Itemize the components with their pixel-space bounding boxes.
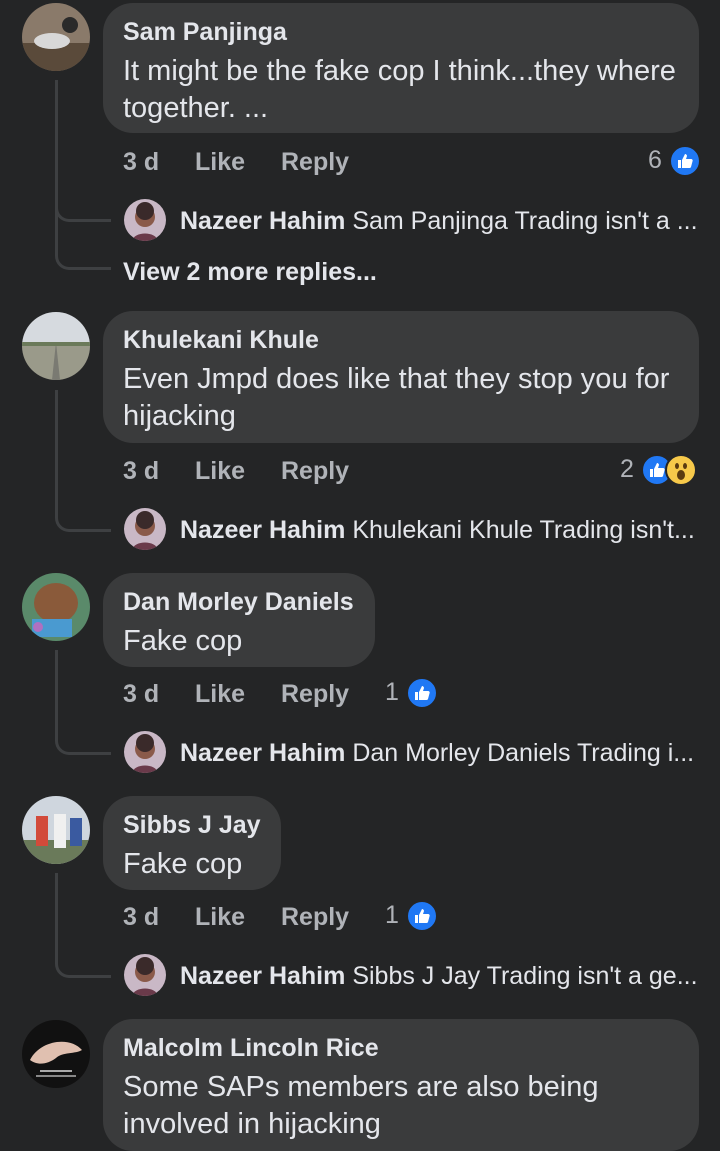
reply-avatar[interactable] (124, 199, 166, 241)
reply-button[interactable]: Reply (281, 676, 349, 712)
reply-button[interactable]: Reply (281, 144, 349, 180)
wow-reaction-icon (664, 454, 697, 487)
thread-connector (55, 246, 111, 270)
comment-time[interactable]: 3 d (123, 676, 159, 712)
reaction-summary[interactable]: 1 (385, 674, 438, 710)
comment-bubble: Khulekani Khule Even Jmpd does like that… (103, 311, 699, 443)
reply-author[interactable]: Nazeer Hahim (180, 962, 345, 990)
like-button[interactable]: Like (195, 676, 245, 712)
reply-avatar[interactable] (124, 954, 166, 996)
reply-text: Dan Morley Daniels Trading i... (352, 739, 695, 767)
comment-time[interactable]: 3 d (123, 453, 159, 489)
comment-text: Fake cop (123, 625, 243, 657)
comment-text: It might be the fake cop I think...they … (123, 55, 676, 124)
comment-text: Fake cop (123, 848, 243, 880)
reaction-count: 2 (620, 455, 634, 483)
thread-line (55, 80, 58, 200)
comment-time[interactable]: 3 d (123, 899, 159, 935)
reply-button[interactable]: Reply (281, 899, 349, 935)
comment-time[interactable]: 3 d (123, 144, 159, 180)
reply-author[interactable]: Nazeer Hahim (180, 207, 345, 235)
comment-author[interactable]: Malcolm Lincoln Rice (123, 1033, 679, 1063)
thread-line (55, 873, 58, 956)
thread-connector (55, 198, 111, 222)
thread-connector (55, 508, 111, 532)
avatar[interactable] (22, 312, 90, 380)
reply-text: Sibbs J Jay Trading isn't a ge... (352, 962, 698, 990)
thread-line (55, 390, 58, 510)
comment-bubble: Sam Panjinga It might be the fake cop I … (103, 3, 699, 133)
reaction-summary[interactable]: 1 (385, 897, 438, 933)
comment-bubble: Dan Morley Daniels Fake cop (103, 573, 375, 667)
like-reaction-icon (405, 900, 438, 933)
reply-author[interactable]: Nazeer Hahim (180, 739, 345, 767)
reaction-summary[interactable]: 2 (620, 451, 697, 487)
reply-avatar[interactable] (124, 508, 166, 550)
view-more-replies[interactable]: View 2 more replies... (123, 254, 377, 290)
like-button[interactable]: Like (195, 453, 245, 489)
comment-author[interactable]: Dan Morley Daniels (123, 587, 355, 617)
thread-line (55, 200, 58, 252)
avatar[interactable] (22, 3, 90, 71)
comment-text: Even Jmpd does like that they stop you f… (123, 363, 670, 432)
thread-line (55, 650, 58, 733)
comment-author[interactable]: Sam Panjinga (123, 17, 679, 47)
like-reaction-icon (405, 677, 438, 710)
comment-text: Some SAPs members are also being involve… (123, 1071, 599, 1140)
reply-text: Sam Panjinga Trading isn't a ... (352, 207, 698, 235)
reaction-summary[interactable]: 6 (648, 142, 701, 178)
like-button[interactable]: Like (195, 899, 245, 935)
thread-connector (55, 954, 111, 978)
avatar[interactable] (22, 1020, 90, 1088)
reply-button[interactable]: Reply (281, 453, 349, 489)
reply-author[interactable]: Nazeer Hahim (180, 516, 345, 544)
reply-text: Khulekani Khule Trading isn't... (352, 516, 695, 544)
comment-author[interactable]: Sibbs J Jay (123, 810, 261, 840)
avatar[interactable] (22, 573, 90, 641)
comment-bubble: Sibbs J Jay Fake cop (103, 796, 281, 890)
reaction-count: 1 (385, 678, 399, 706)
reaction-count: 6 (648, 146, 662, 174)
comment-bubble: Malcolm Lincoln Rice Some SAPs members a… (103, 1019, 699, 1151)
like-reaction-icon (668, 145, 701, 178)
thread-connector (55, 731, 111, 755)
reaction-count: 1 (385, 901, 399, 929)
reply-avatar[interactable] (124, 731, 166, 773)
avatar[interactable] (22, 796, 90, 864)
comment-author[interactable]: Khulekani Khule (123, 325, 679, 355)
like-button[interactable]: Like (195, 144, 245, 180)
